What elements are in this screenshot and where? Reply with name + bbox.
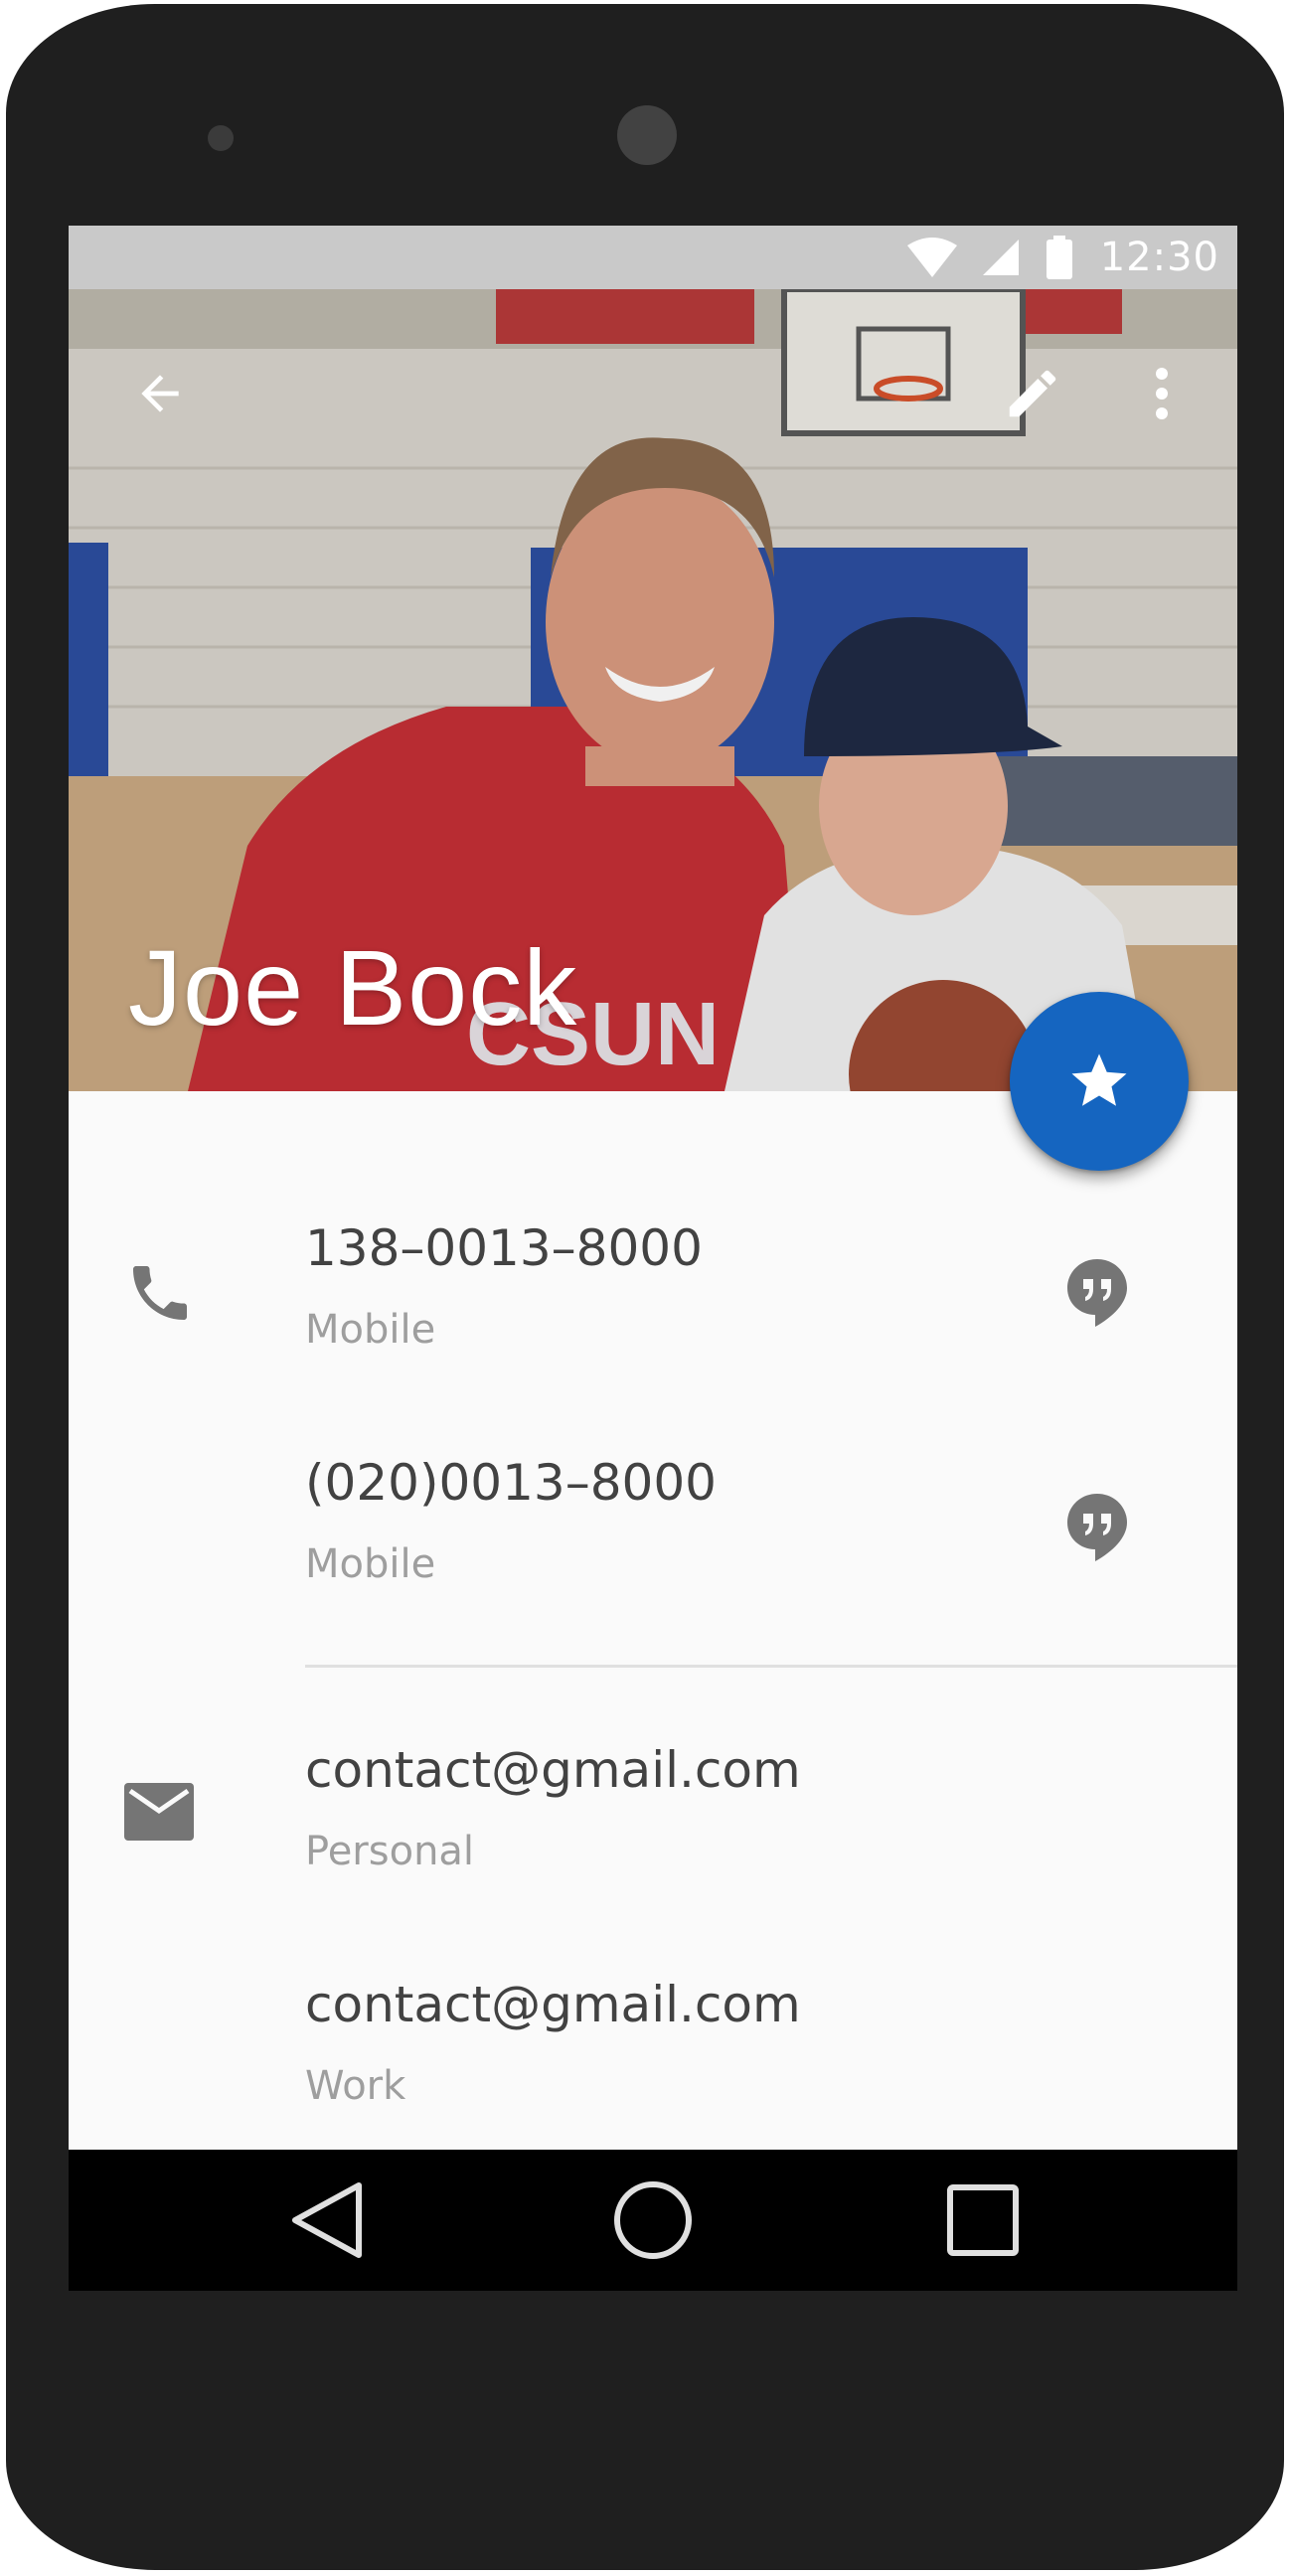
more-options-button[interactable] (1132, 354, 1192, 433)
more-vert-icon (1156, 368, 1168, 419)
phone-type: Mobile (305, 1541, 436, 1587)
wifi-icon (906, 238, 957, 277)
edit-button[interactable] (993, 354, 1072, 433)
phone-row[interactable]: 138–0013–8000 Mobile (69, 1219, 1237, 1448)
status-time: 12:30 (1099, 235, 1219, 280)
front-camera (617, 105, 677, 165)
email-type: Personal (305, 1829, 475, 1874)
email-row[interactable]: contact@gmail.com Personal (69, 1741, 1237, 1940)
status-icons: 12:30 (906, 226, 1219, 289)
phone-number: (020)0013–8000 (305, 1454, 717, 1512)
nav-home-button[interactable] (593, 2150, 713, 2291)
email-address: contact@gmail.com (305, 1741, 801, 1799)
arrow-back-icon (141, 375, 179, 412)
status-bar: 12:30 (69, 226, 1237, 289)
device-frame: 12:30 Joe Bock 138–0013–8000 Mobile (020… (6, 4, 1284, 2570)
nav-recents-icon (947, 2184, 1019, 2256)
section-divider (305, 1665, 1237, 1668)
contact-photo-header: CSUN (69, 289, 1237, 1091)
proximity-sensor (208, 125, 234, 151)
email-address: contact@gmail.com (305, 1976, 801, 2033)
back-button[interactable] (120, 354, 200, 433)
phone-row[interactable]: (020)0013–8000 Mobile (69, 1454, 1237, 1653)
nav-recents-button[interactable] (923, 2150, 1043, 2291)
phone-type: Mobile (305, 1307, 436, 1353)
favorite-button[interactable] (1010, 992, 1189, 1171)
phone-number: 138–0013–8000 (305, 1219, 703, 1277)
edit-icon (1009, 370, 1056, 417)
nav-back-icon (292, 2182, 362, 2258)
navigation-bar (69, 2150, 1237, 2291)
hangouts-message-icon[interactable] (1065, 1257, 1129, 1329)
contact-name: Joe Bock (128, 927, 578, 1047)
email-icon (124, 1783, 194, 1841)
nav-back-button[interactable] (267, 2150, 387, 2291)
hangouts-message-icon[interactable] (1065, 1492, 1129, 1563)
cell-signal-icon (982, 240, 1019, 275)
email-row[interactable]: contact@gmail.com Work (69, 1976, 1237, 2150)
nav-home-icon (614, 2181, 692, 2259)
star-icon (1071, 1053, 1127, 1106)
battery-icon (1046, 236, 1072, 279)
screen: 12:30 Joe Bock 138–0013–8000 Mobile (020… (69, 226, 1237, 2291)
email-type: Work (305, 2063, 406, 2109)
phone-icon (133, 1266, 187, 1320)
